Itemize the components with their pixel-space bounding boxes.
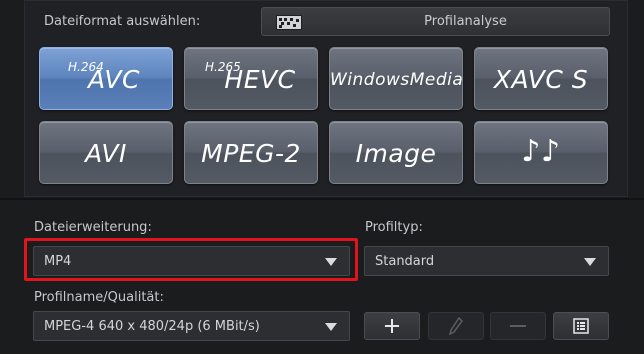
- format-button-audio[interactable]: ♪♪: [474, 121, 608, 184]
- extension-highlight-box: [24, 238, 358, 281]
- profile-name-select[interactable]: MPEG-4 640 x 480/24p (6 MBit/s): [33, 311, 350, 341]
- remove-profile-button[interactable]: [490, 312, 546, 340]
- format-button-hevc[interactable]: H.265 HEVC: [184, 47, 318, 110]
- chevron-down-icon: [325, 323, 337, 331]
- profile-type-label: Profiltyp:: [365, 220, 423, 235]
- edit-profile-button[interactable]: [428, 312, 484, 340]
- music-notes-icon: ♪♪: [521, 134, 561, 169]
- format-label: HEVC: [224, 65, 296, 94]
- format-button-image[interactable]: Image: [329, 121, 463, 184]
- pencil-icon: [449, 317, 463, 335]
- profile-details-button[interactable]: [553, 312, 609, 340]
- profile-analysis-button[interactable]: Profilanalyse: [261, 7, 610, 36]
- format-button-xavc-s[interactable]: XAVC S: [474, 47, 608, 110]
- format-button-mpeg2[interactable]: MPEG-2: [184, 121, 318, 184]
- add-profile-button[interactable]: [364, 312, 420, 340]
- format-label: XAVC S: [493, 65, 589, 94]
- format-label: AVI: [85, 139, 127, 168]
- format-button-avi[interactable]: AVI: [39, 121, 173, 184]
- plus-icon: [385, 319, 399, 333]
- profile-type-select[interactable]: Standard: [364, 246, 609, 276]
- format-label: WindowsMedia: [330, 70, 464, 90]
- minus-icon: [510, 325, 526, 327]
- profile-name-value: MPEG-4 640 x 480/24p (6 MBit/s): [44, 319, 260, 334]
- format-label: MPEG-2: [201, 139, 301, 168]
- format-label: AVC: [88, 65, 140, 94]
- profile-type-value: Standard: [375, 254, 435, 269]
- chevron-down-icon: [584, 258, 596, 266]
- section-divider: [0, 198, 644, 200]
- format-button-windowsmedia[interactable]: WindowsMedia: [329, 47, 463, 110]
- profile-name-label: Profilname/Qualität:: [34, 290, 164, 305]
- list-icon: [573, 318, 589, 334]
- extension-label: Dateierweiterung:: [34, 220, 152, 235]
- format-label: Image: [355, 139, 437, 168]
- format-section-label: Dateiformat auswählen:: [44, 14, 201, 29]
- profile-analysis-label: Profilanalyse: [424, 14, 507, 29]
- format-button-avc[interactable]: H.264 AVC: [39, 47, 173, 110]
